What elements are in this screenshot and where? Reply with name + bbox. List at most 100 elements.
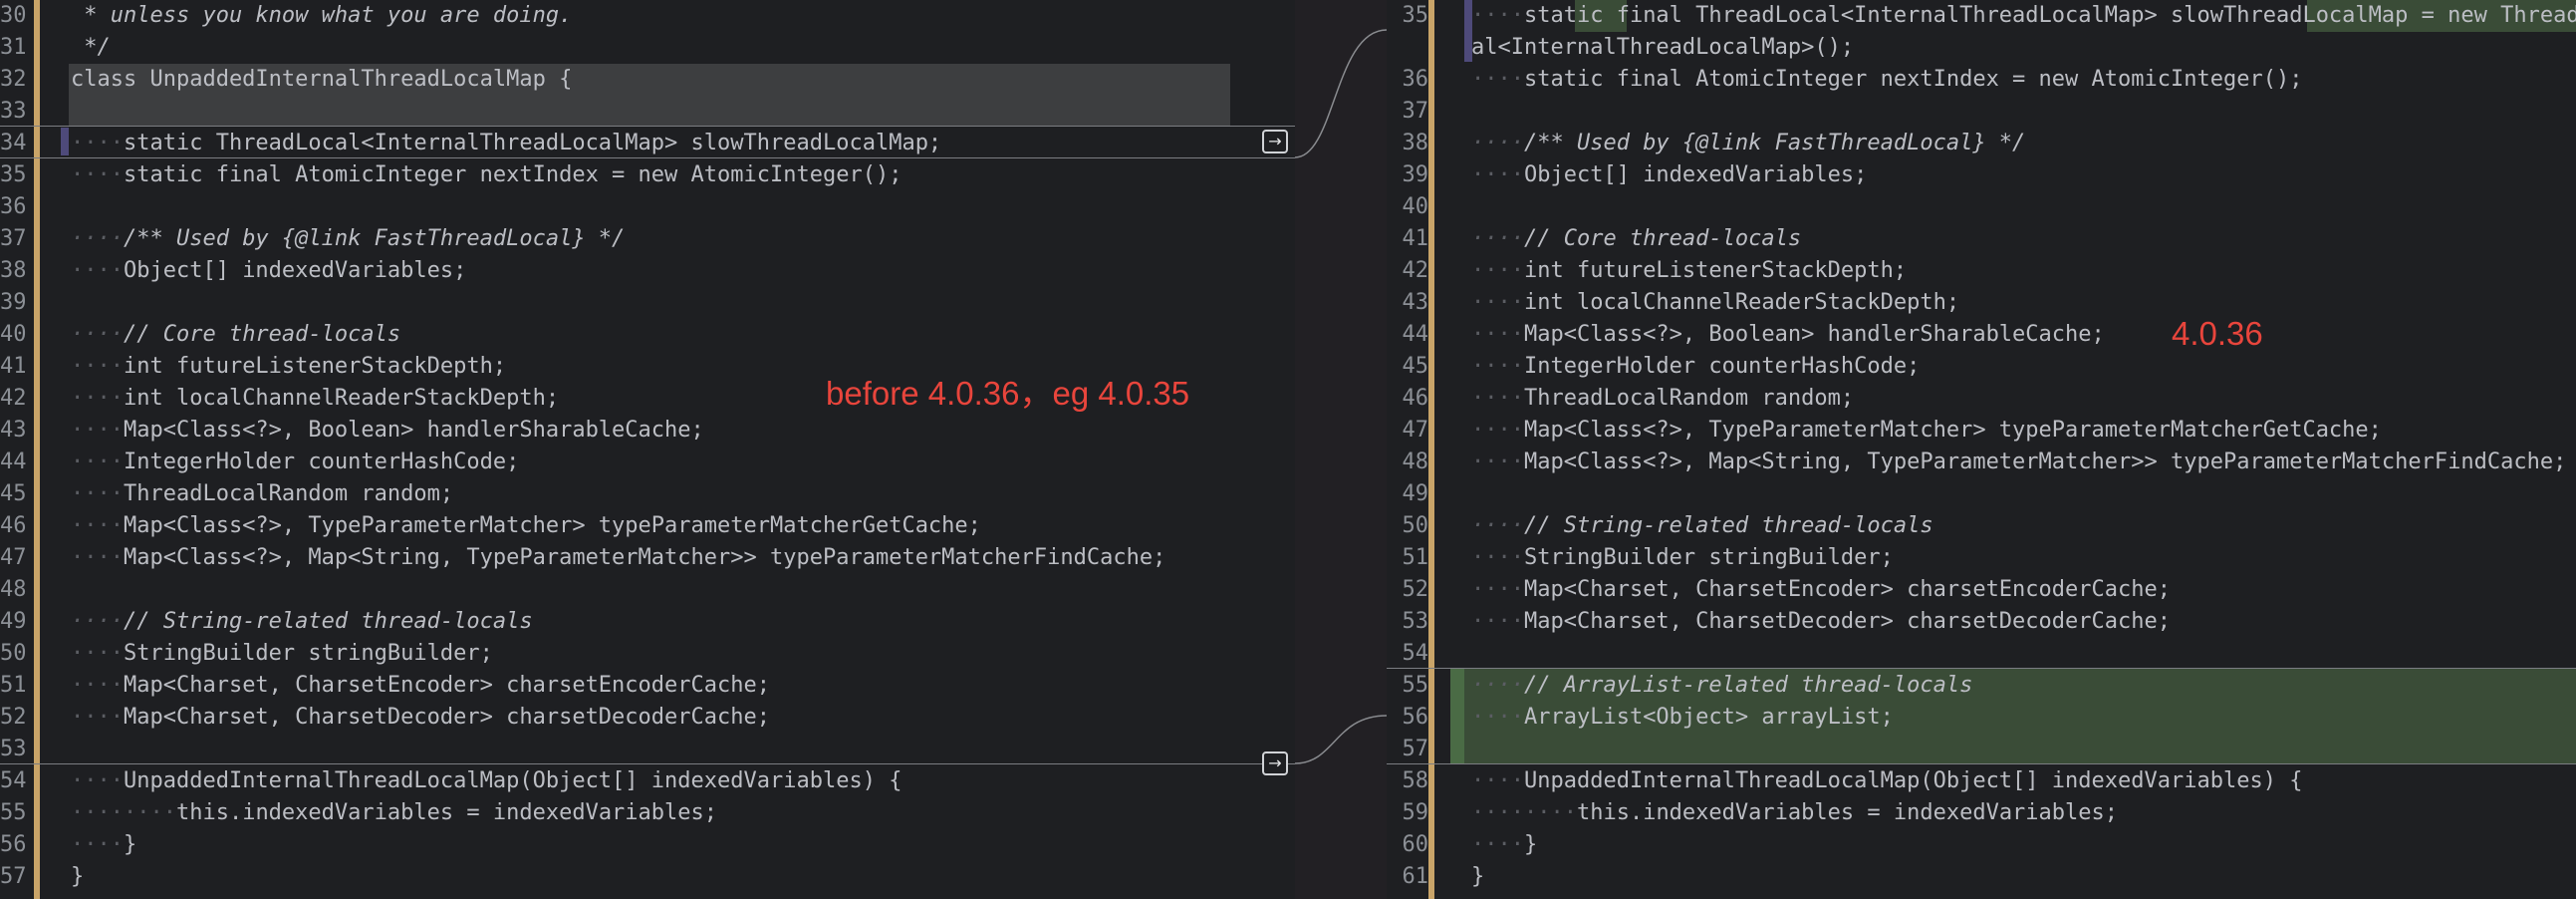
code-line[interactable]: 46 ····Map<Class<?>, TypeParameterMatcher… [0,510,1295,542]
code-line[interactable]: 44 ····Map<Class<?>, Boolean> handlerShar… [1387,319,2576,351]
code-line[interactable]: 48 [0,574,1295,606]
code-text: ····Map<Charset, CharsetEncoder> charset… [71,670,770,702]
apply-change-button[interactable]: → [1262,751,1288,775]
line-number: 61 [1402,864,1429,889]
code-line[interactable]: 38 ····Object[] indexedVariables; [0,255,1295,287]
code-line[interactable]: 48 ····Map<Class<?>, Map<String, TypePara… [1387,447,2576,478]
code-line[interactable]: 35 ····static final ThreadLocal<InternalT… [1387,0,2576,32]
indent-guide: ···· [1471,450,1524,474]
code-line[interactable]: 41 ····// Core thread-locals [1387,223,2576,255]
line-number: 50 [0,641,27,666]
code-line[interactable]: 36 ····static final AtomicInteger nextInd… [1387,64,2576,96]
line-number: 52 [1402,577,1429,602]
code-line[interactable]: 37 [1387,96,2576,128]
code-line[interactable]: 35 ····static final AtomicInteger nextInd… [0,159,1295,191]
line-number: 48 [1402,450,1429,474]
code-text: ····StringBuilder stringBuilder; [71,638,493,670]
code-line[interactable]: 47 ····Map<Class<?>, TypeParameterMatcher… [1387,415,2576,447]
code-line[interactable]: 33 [0,96,1295,128]
code-line[interactable]: 40 [1387,191,2576,223]
code-line[interactable]: 53 [0,734,1295,765]
line-number: 45 [0,481,27,506]
indent-guide [71,3,84,28]
code-text: ····} [1471,829,1537,861]
line-number: 37 [1402,99,1429,124]
change-divider [0,763,1295,764]
code-line[interactable]: 54 [1387,638,2576,670]
code-line[interactable]: 39 ····Object[] indexedVariables; [1387,159,2576,191]
code-line[interactable]: 44 ····IntegerHolder counterHashCode; [0,447,1295,478]
code-content: Map<Class<?>, TypeParameterMatcher> type… [1523,418,2382,443]
code-line[interactable]: 61} [1387,861,2576,893]
code-content: IntegerHolder counterHashCode; [123,450,520,474]
indent-guide: ···· [71,641,124,666]
code-content: } [71,864,85,889]
code-line[interactable]: 49 [1387,478,2576,510]
code-line[interactable]: 43 ····Map<Class<?>, Boolean> handlerShar… [0,415,1295,447]
code-line[interactable]: 36 [0,191,1295,223]
code-line[interactable]: 52 ····Map<Charset, CharsetEncoder> chars… [1387,574,2576,606]
code-line[interactable]: 56 ····ArrayList<Object> arrayList; [1387,702,2576,734]
code-content: int futureListenerStackDepth; [123,354,507,379]
line-number [1387,32,1428,64]
code-content: ArrayList<Object> arrayList; [1523,705,1894,730]
code-text: ····StringBuilder stringBuilder; [1471,542,1894,574]
code-content: static final ThreadLocal<InternalThreadL… [1523,3,2576,28]
line-number: 46 [0,513,27,538]
annotation-before-version: before 4.0.36，eg 4.0.35 [826,375,1190,412]
code-line[interactable]: 50 ····// String-related thread-locals [1387,510,2576,542]
line-number: 38 [0,258,27,283]
code-line[interactable]: 39 [0,287,1295,319]
code-line[interactable]: 31 */ [0,32,1295,64]
code-line[interactable]: 58 ····UnpaddedInternalThreadLocalMap(Obj… [1387,765,2576,797]
indent-guide: ···· [1471,354,1524,379]
line-number: 55 [1402,673,1429,698]
code-text: ····Object[] indexedVariables; [71,255,466,287]
code-text: */ [71,32,111,64]
code-line[interactable]: 51 ····StringBuilder stringBuilder; [1387,542,2576,574]
code-line[interactable]: 49 ····// String-related thread-locals [0,606,1295,638]
code-line[interactable]: 40 ····// Core thread-locals [0,319,1295,351]
code-line[interactable]: 32 class UnpaddedInternalThreadLocalMap { [0,64,1295,96]
code-content: /** Used by {@link FastThreadLocal} */ [1523,131,2026,155]
change-divider [1387,763,2576,764]
apply-change-button[interactable]: → [1262,130,1288,153]
code-text: ····Map<Class<?>, TypeParameterMatcher> … [71,510,981,542]
line-number: 33 [0,99,27,124]
line-number: 47 [0,545,27,570]
code-line[interactable]: 57 [1387,734,2576,765]
code-content: Map<Class<?>, Map<String, TypeParameterM… [123,545,1166,570]
code-line[interactable]: 60 ····} [1387,829,2576,861]
indent-guide: ···· [1471,513,1524,538]
line-number: 35 [0,162,27,187]
code-line[interactable]: 52 ····Map<Charset, CharsetDecoder> chars… [0,702,1295,734]
code-line[interactable]: 37 ····/** Used by {@link FastThreadLocal… [0,223,1295,255]
code-line[interactable]: 55 ····// ArrayList-related thread-locals [1387,670,2576,702]
code-line[interactable]: 38 ····/** Used by {@link FastThreadLocal… [1387,128,2576,159]
indent-guide: ···· [1471,3,1524,28]
code-line[interactable]: 54 ····UnpaddedInternalThreadLocalMap(Obj… [0,765,1295,797]
code-line[interactable]: 57} [0,861,1295,893]
code-line[interactable]: 47 ····Map<Class<?>, Map<String, TypePara… [0,542,1295,574]
code-line[interactable]: al<InternalThreadLocalMap>(); [1387,32,2576,64]
code-line[interactable]: 34 ····static ThreadLocal<InternalThreadL… [0,128,1295,159]
code-text: ····int localChannelReaderStackDepth; [1471,287,1959,319]
indent-guide: ···· [71,162,124,187]
code-line[interactable]: 53 ····Map<Charset, CharsetDecoder> chars… [1387,606,2576,638]
line-number: 31 [0,35,27,60]
indent-guide: ···· [1471,418,1524,443]
code-line[interactable]: 50 ····StringBuilder stringBuilder; [0,638,1295,670]
code-line[interactable]: 56 ····} [0,829,1295,861]
code-line[interactable]: 30 * unless you know what you are doing. [0,0,1295,32]
code-line[interactable]: 45 ····ThreadLocalRandom random; [0,478,1295,510]
code-line[interactable]: 43 ····int localChannelReaderStackDepth; [1387,287,2576,319]
indent-guide: ···· [71,450,124,474]
code-line[interactable]: 46 ····ThreadLocalRandom random; [1387,383,2576,415]
code-content: int localChannelReaderStackDepth; [1523,290,1960,315]
code-line[interactable]: 59 ········this.indexedVariables = indexe… [1387,797,2576,829]
code-line[interactable]: 45 ····IntegerHolder counterHashCode; [1387,351,2576,383]
line-number: 51 [0,673,27,698]
code-line[interactable]: 55 ········this.indexedVariables = indexe… [0,797,1295,829]
code-line[interactable]: 51 ····Map<Charset, CharsetEncoder> chars… [0,670,1295,702]
code-line[interactable]: 42 ····int futureListenerStackDepth; [1387,255,2576,287]
